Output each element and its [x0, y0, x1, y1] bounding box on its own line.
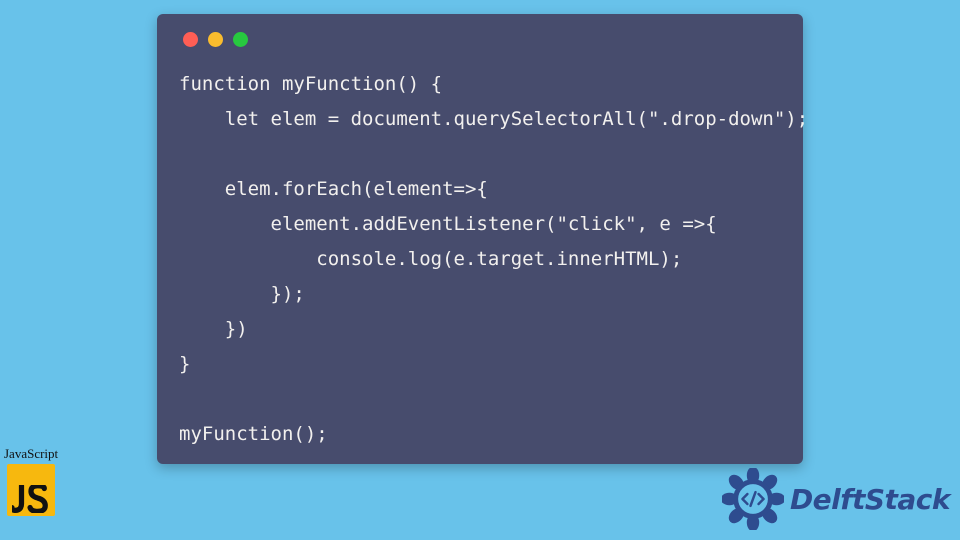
code-window-card: function myFunction() { let elem = docum…: [157, 14, 803, 464]
brand-logo: DelftStack: [722, 468, 950, 530]
delftstack-emblem-icon: [722, 468, 784, 530]
minimize-icon: [208, 32, 223, 47]
badge-label: JavaScript: [4, 446, 58, 462]
zoom-icon: [233, 32, 248, 47]
js-tile-icon: [7, 464, 55, 516]
brand-name: DelftStack: [790, 483, 950, 516]
code-block: function myFunction() { let elem = docum…: [179, 67, 781, 452]
traffic-lights: [183, 32, 781, 47]
close-icon: [183, 32, 198, 47]
javascript-badge: JavaScript: [4, 446, 58, 516]
